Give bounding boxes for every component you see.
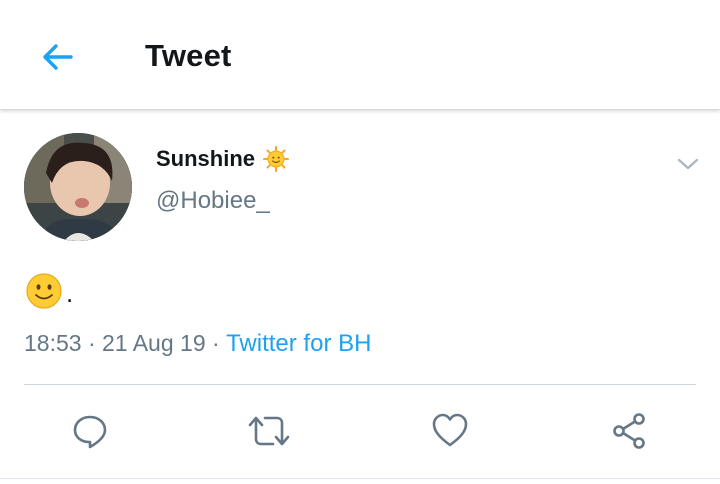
- tweet-meta: 18:53 · 21 Aug 19 · Twitter for BH: [24, 330, 371, 358]
- slightly-smiling-face-emoji-icon: [25, 272, 63, 310]
- tweet-source-link[interactable]: Twitter for BH: [226, 330, 371, 357]
- back-button[interactable]: [30, 30, 84, 84]
- display-name: Sunshine: [156, 146, 256, 171]
- sun-face-emoji-icon: [263, 146, 290, 172]
- tweet-text-content: .: [66, 278, 74, 308]
- avatar[interactable]: [24, 133, 132, 241]
- top-app-bar: Tweet: [0, 0, 720, 110]
- like-button[interactable]: [427, 408, 473, 454]
- tweet-time: 18:53: [24, 330, 82, 356]
- page-title: Tweet: [145, 38, 232, 73]
- author-name-row[interactable]: Sunshine: [156, 146, 290, 172]
- tweet-date: 21 Aug 19: [102, 330, 206, 356]
- meta-separator: ·: [212, 330, 220, 356]
- tweet-menu-button[interactable]: [674, 150, 702, 178]
- user-handle[interactable]: @Hobiee_: [156, 187, 270, 215]
- retweet-button[interactable]: [246, 408, 292, 454]
- tweet-text: .: [25, 272, 73, 310]
- reply-button[interactable]: [67, 408, 113, 454]
- meta-separator: ·: [87, 330, 96, 356]
- share-icon: [613, 413, 645, 449]
- arrow-left-icon: [43, 44, 73, 70]
- share-button[interactable]: [607, 408, 653, 454]
- reply-icon: [73, 415, 107, 449]
- divider: [0, 478, 720, 479]
- divider: [24, 384, 696, 385]
- retweet-icon: [248, 416, 290, 446]
- chevron-down-icon: [677, 158, 699, 170]
- heart-icon: [432, 413, 468, 447]
